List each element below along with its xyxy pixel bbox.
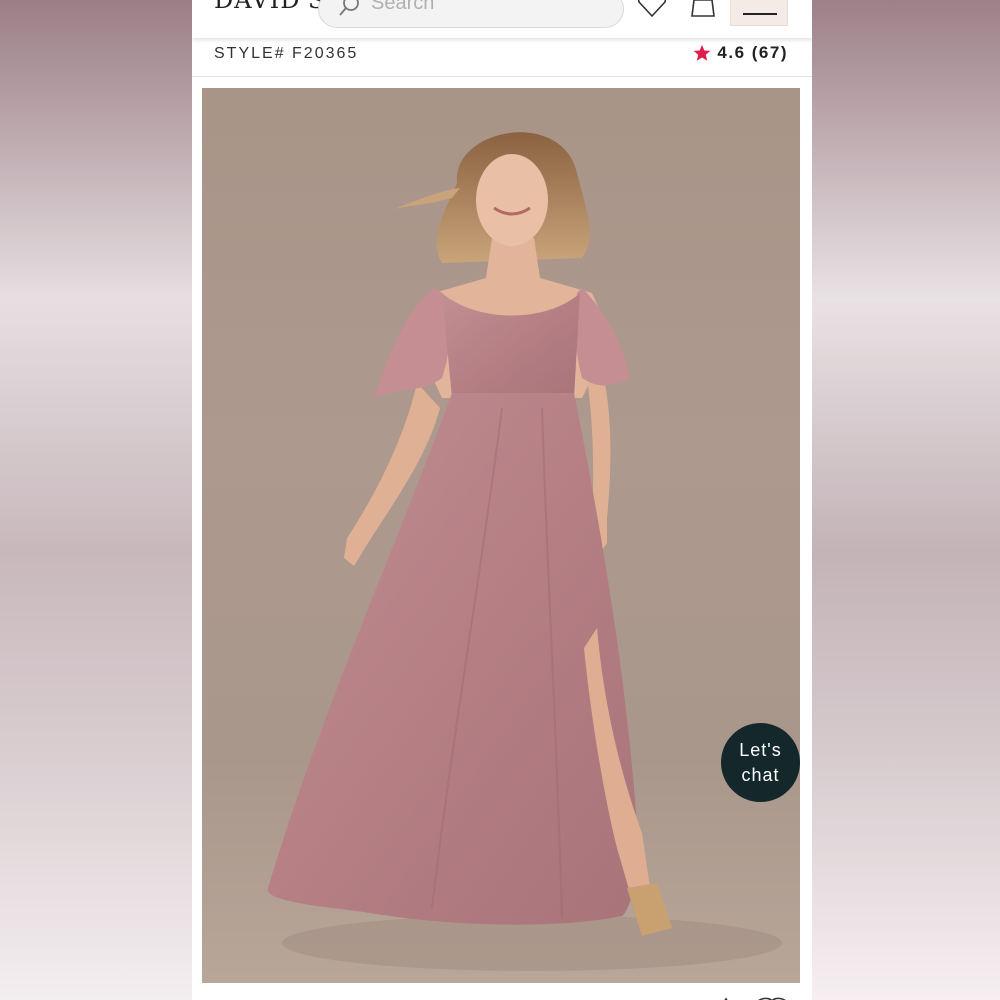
bag-icon[interactable]: [688, 0, 718, 18]
model-in-dress: [267, 132, 782, 971]
brand-logo[interactable]: DAVID'S: [214, 0, 325, 14]
product-page: DAVID'S Search STYLE# F20365 4.6 (67) Le…: [192, 0, 812, 1000]
product-rating[interactable]: 4.6 (67): [693, 43, 788, 63]
lets-chat-button[interactable]: Let's chat: [721, 723, 800, 802]
rating-value: 4.6 (67): [717, 43, 788, 62]
partial-icons: [724, 997, 786, 1000]
chat-label: Let's chat: [739, 739, 782, 785]
top-navigation: DAVID'S Search: [192, 0, 812, 38]
search-placeholder: Search: [371, 0, 435, 14]
blurred-background-right: [812, 0, 1000, 1000]
search-icon: [339, 0, 359, 16]
style-number: STYLE# F20365: [214, 45, 359, 62]
blurred-background-left: [0, 0, 192, 1000]
star-icon: [694, 44, 711, 61]
product-image[interactable]: Let's chat: [202, 88, 800, 983]
bottom-action-icons: [712, 990, 792, 1000]
menu-button[interactable]: [730, 0, 788, 26]
search-input[interactable]: Search: [318, 0, 624, 28]
product-meta-row: STYLE# F20365 4.6 (67): [192, 38, 812, 77]
heart-icon[interactable]: [636, 0, 668, 18]
hamburger-icon: [743, 13, 777, 15]
